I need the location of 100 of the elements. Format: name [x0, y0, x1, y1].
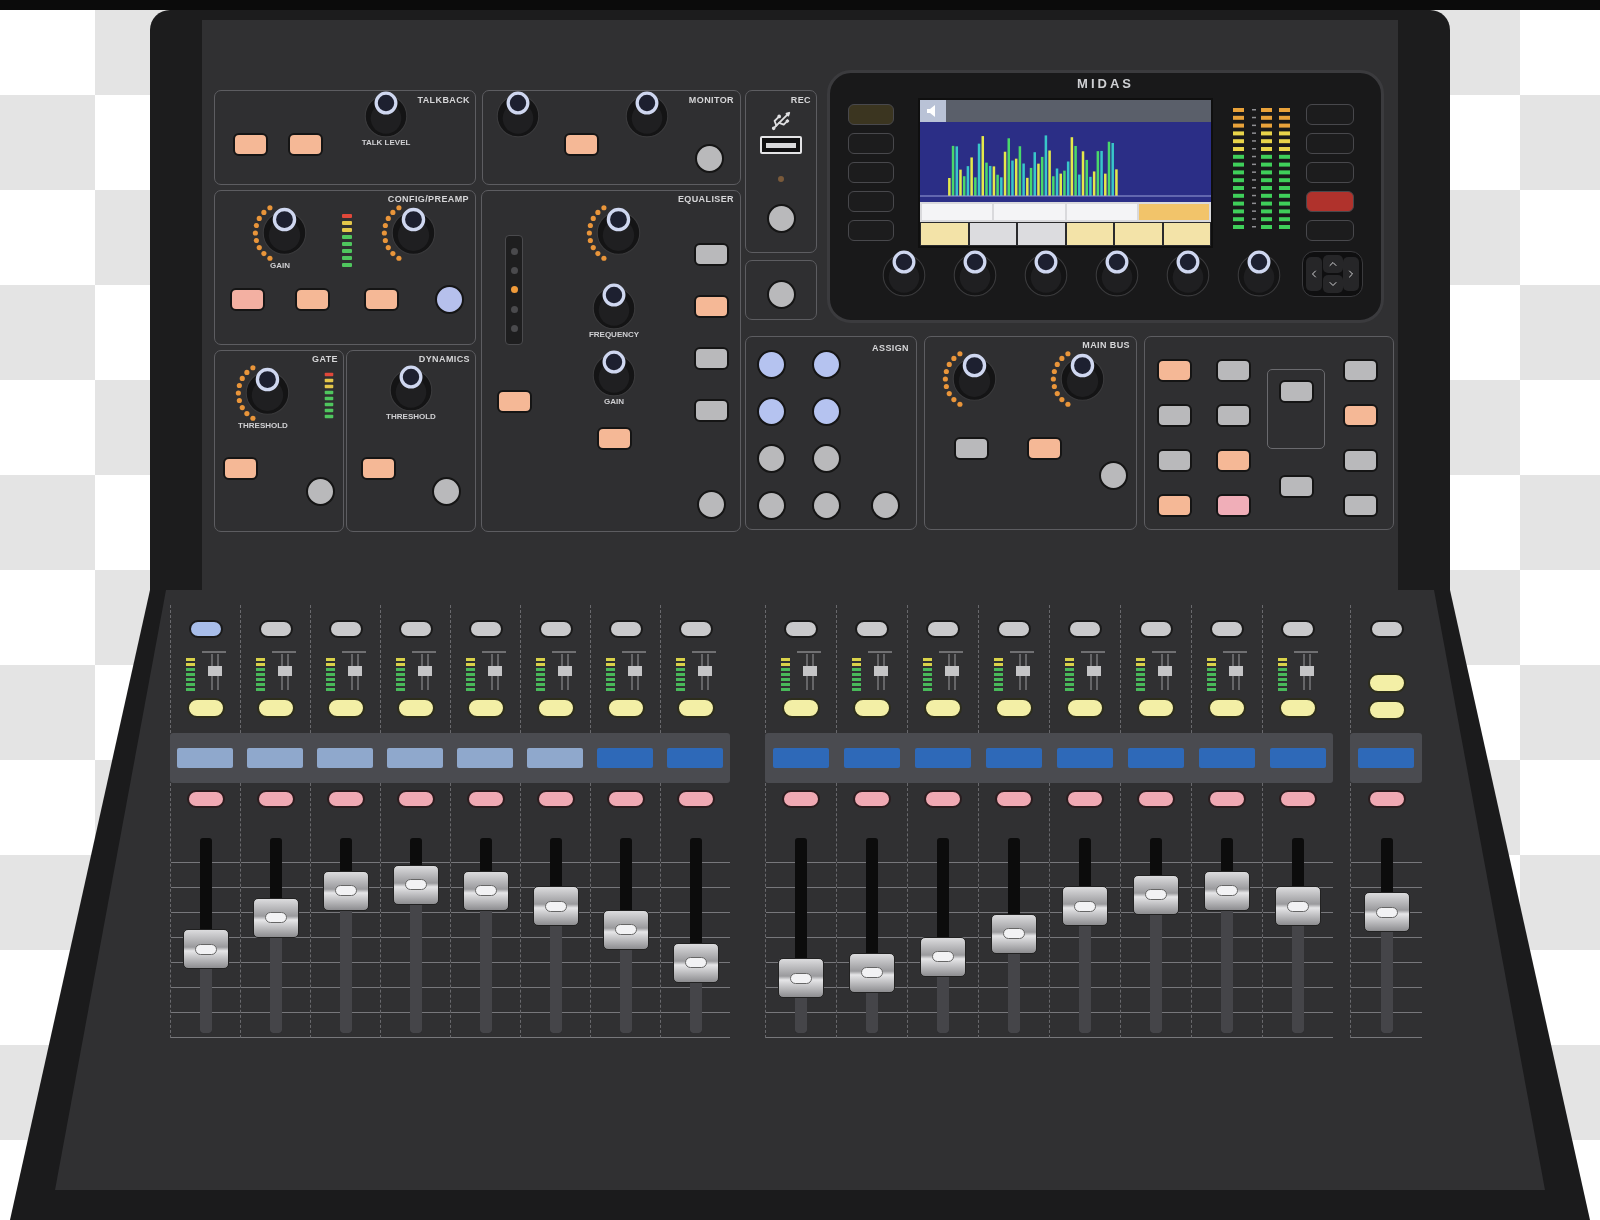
panel-button[interactable]	[1027, 437, 1062, 460]
fader-track[interactable]	[848, 838, 896, 1033]
mute-button[interactable]	[995, 790, 1033, 808]
rotary-knob[interactable]	[625, 91, 669, 138]
fader-track[interactable]	[1362, 838, 1411, 1033]
select-button[interactable]	[1210, 620, 1244, 638]
fader-cap[interactable]	[602, 909, 649, 950]
panel-button[interactable]	[295, 288, 330, 311]
fader-cap[interactable]	[1363, 892, 1410, 933]
solo-button[interactable]	[853, 698, 891, 718]
rotary-knob[interactable]	[252, 205, 308, 261]
fader-cap[interactable]	[778, 958, 824, 999]
select-button[interactable]	[997, 620, 1031, 638]
fader-cap[interactable]	[672, 942, 719, 983]
fader-track[interactable]	[1274, 838, 1322, 1033]
fader-cap[interactable]	[1062, 886, 1108, 927]
rotary-knob[interactable]	[592, 283, 636, 330]
mute-button[interactable]	[186, 790, 225, 808]
panel-button[interactable]	[230, 288, 265, 311]
mute-button[interactable]	[782, 790, 820, 808]
fader-cap[interactable]	[1204, 870, 1250, 911]
mute-button[interactable]	[466, 790, 505, 808]
solo-button[interactable]	[186, 698, 225, 718]
solo-button[interactable]	[924, 698, 962, 718]
select-button[interactable]	[468, 620, 503, 638]
panel-button[interactable]	[361, 457, 396, 480]
solo-button[interactable]	[1367, 673, 1406, 693]
solo-button[interactable]	[326, 698, 365, 718]
mute-button[interactable]	[853, 790, 891, 808]
solo-button[interactable]	[1279, 698, 1317, 718]
fader-cap[interactable]	[532, 886, 579, 927]
rotary-knob[interactable]	[592, 350, 636, 397]
fader-track[interactable]	[1132, 838, 1180, 1033]
fader-track[interactable]	[1061, 838, 1109, 1033]
fader-track[interactable]	[251, 838, 300, 1033]
round-button[interactable]	[432, 477, 461, 506]
panel-button[interactable]	[496, 390, 532, 413]
solo-button[interactable]	[256, 698, 295, 718]
screen-tab[interactable]	[1163, 223, 1210, 245]
select-button[interactable]	[1068, 620, 1102, 638]
round-button[interactable]	[766, 204, 796, 233]
fader-cap[interactable]	[252, 897, 299, 938]
panel-button[interactable]	[693, 243, 729, 266]
select-button[interactable]	[258, 620, 293, 638]
fader-track[interactable]	[461, 838, 510, 1033]
panel-button[interactable]	[1278, 380, 1314, 403]
fader-track[interactable]	[531, 838, 580, 1033]
panel-button[interactable]	[1342, 404, 1378, 427]
round-button[interactable]	[306, 477, 335, 506]
usb-port[interactable]	[760, 136, 802, 154]
round-button[interactable]	[870, 491, 900, 520]
round-button[interactable]	[811, 491, 841, 520]
panel-button[interactable]	[1156, 359, 1192, 382]
fader-track[interactable]	[391, 838, 440, 1033]
select-button[interactable]	[398, 620, 433, 638]
select-button[interactable]	[188, 620, 223, 638]
round-button[interactable]	[434, 285, 464, 314]
rotary-knob[interactable]	[496, 91, 540, 138]
select-button[interactable]	[855, 620, 889, 638]
select-button[interactable]	[538, 620, 573, 638]
panel-button[interactable]	[1342, 449, 1378, 472]
solo-button[interactable]	[536, 698, 575, 718]
fader-cap[interactable]	[991, 913, 1037, 954]
solo-button[interactable]	[1208, 698, 1246, 718]
fader-cap[interactable]	[322, 870, 369, 911]
select-button[interactable]	[678, 620, 713, 638]
rotary-knob[interactable]	[1050, 351, 1106, 407]
rotary-knob[interactable]	[381, 205, 437, 261]
panel-button[interactable]	[693, 399, 729, 422]
panel-button[interactable]	[1215, 359, 1251, 382]
fader-track[interactable]	[601, 838, 650, 1033]
fader-track[interactable]	[1203, 838, 1251, 1033]
rotary-knob[interactable]	[389, 365, 433, 412]
panel-button[interactable]	[223, 457, 258, 480]
fader-cap[interactable]	[462, 870, 509, 911]
round-button[interactable]	[756, 444, 786, 473]
rotary-knob[interactable]	[942, 351, 998, 407]
panel-button[interactable]	[1156, 449, 1192, 472]
round-button[interactable]	[695, 144, 724, 173]
mute-button[interactable]	[326, 790, 365, 808]
panel-button[interactable]	[954, 437, 989, 460]
fader-cap[interactable]	[182, 929, 229, 970]
rotary-knob[interactable]	[881, 250, 926, 297]
panel-button[interactable]	[364, 288, 399, 311]
fader-track[interactable]	[919, 838, 967, 1033]
mute-button[interactable]	[676, 790, 715, 808]
screen-tab[interactable]	[1066, 223, 1113, 245]
panel-button[interactable]	[596, 427, 632, 450]
screen-tab[interactable]	[969, 223, 1016, 245]
select-button[interactable]	[926, 620, 960, 638]
round-button[interactable]	[756, 491, 786, 520]
panel-button[interactable]	[1156, 494, 1192, 517]
mute-button[interactable]	[1066, 790, 1104, 808]
round-button[interactable]	[811, 350, 841, 379]
select-button[interactable]	[1281, 620, 1315, 638]
solo-button[interactable]	[676, 698, 715, 718]
fader-track[interactable]	[990, 838, 1038, 1033]
round-button[interactable]	[766, 279, 796, 309]
nav-down-button[interactable]	[1322, 274, 1343, 293]
rotary-knob[interactable]	[364, 91, 408, 138]
